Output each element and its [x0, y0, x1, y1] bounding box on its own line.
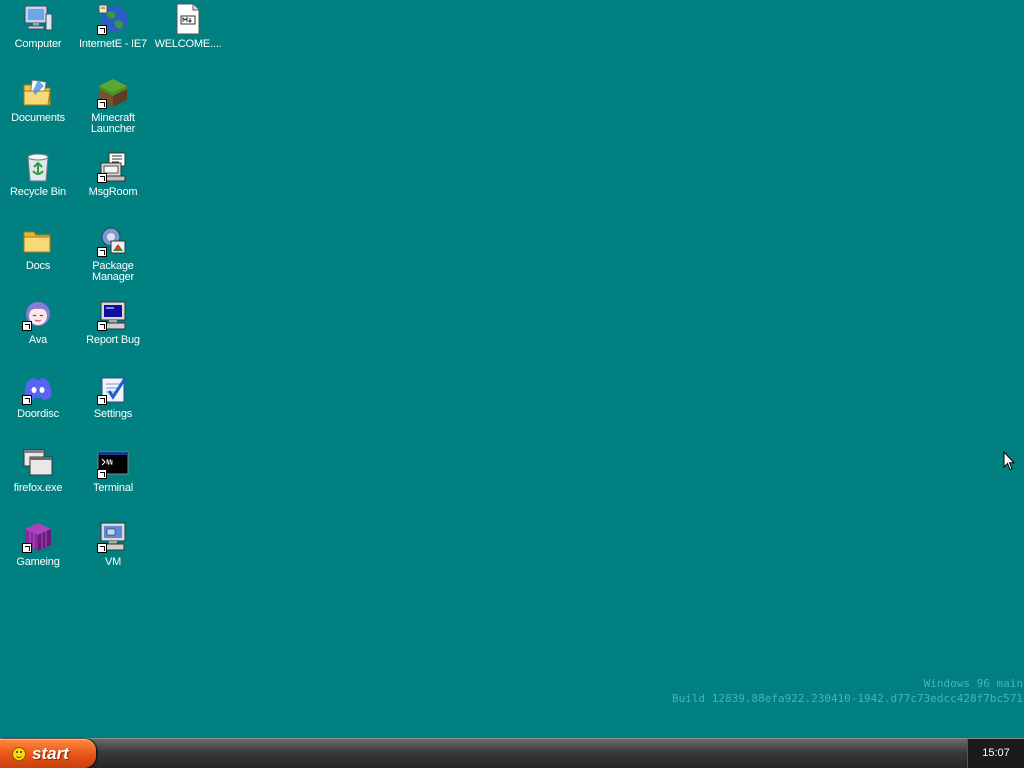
msgroom-icon [97, 151, 129, 183]
vm-icon [97, 521, 129, 553]
window-icon [22, 447, 54, 479]
minecraft-icon [97, 77, 129, 109]
desktop-icon-msgroom[interactable]: MsgRoom [76, 149, 150, 198]
settings-icon [97, 373, 129, 405]
desktop-icon-recycle-bin[interactable]: Recycle Bin [1, 149, 75, 198]
start-smiley-icon [13, 748, 25, 760]
shortcut-arrow-icon [97, 543, 107, 553]
start-label: start [32, 744, 69, 763]
taskbar: start 15:07 [0, 738, 1024, 768]
desktop-icon-welcome[interactable]: WELCOME.... [151, 1, 225, 50]
desktop-icon-package-manager[interactable]: Package Manager [76, 223, 150, 283]
desktop-icon-doordisc[interactable]: Doordisc [1, 371, 75, 420]
shortcut-arrow-icon [97, 25, 107, 35]
report-bug-icon [97, 299, 129, 331]
desktop-icon-minecraft-launcher[interactable]: Minecraft Launcher [76, 75, 150, 135]
desktop-icon-computer[interactable]: Computer [1, 1, 75, 50]
start-button[interactable]: start [0, 739, 96, 768]
shortcut-arrow-icon [22, 543, 32, 553]
system-tray-clock[interactable]: 15:07 [967, 739, 1024, 768]
desktop-icon-report-bug[interactable]: Report Bug [76, 297, 150, 346]
shortcut-arrow-icon [22, 321, 32, 331]
shortcut-arrow-icon [22, 395, 32, 405]
clock-text: 15:07 [982, 747, 1010, 759]
folder-icon [22, 225, 54, 257]
package-manager-icon [97, 225, 129, 257]
build-watermark: Windows 96 main Build 12839.88efa922.230… [672, 676, 1023, 706]
mouse-cursor-icon [1003, 450, 1016, 476]
shortcut-arrow-icon [97, 469, 107, 479]
computer-icon [22, 3, 54, 35]
shortcut-arrow-icon [97, 395, 107, 405]
shortcut-arrow-icon [97, 321, 107, 331]
watermark-os-name: Windows 96 main [923, 677, 1023, 690]
desktop-icon-documents[interactable]: Documents [1, 75, 75, 124]
discord-icon [22, 373, 54, 405]
desktop-icon-settings[interactable]: Settings [76, 371, 150, 420]
recycle-bin-icon [22, 151, 54, 183]
desktop-icon-docs[interactable]: Docs [1, 223, 75, 272]
internet-explorer-icon [97, 3, 129, 35]
desktop-icon-internete[interactable]: InternetE - IE7 [76, 1, 150, 50]
desktop[interactable]: Computer InternetE - IE7 WELCOME.... Doc… [0, 0, 1024, 738]
watermark-build: Build 12839.88efa922.230410-1942.d77c73e… [672, 692, 1023, 705]
ava-icon [22, 299, 54, 331]
shortcut-arrow-icon [97, 173, 107, 183]
terminal-icon [97, 447, 129, 479]
cube-icon [22, 521, 54, 553]
desktop-icon-terminal[interactable]: Terminal [76, 445, 150, 494]
shortcut-arrow-icon [97, 247, 107, 257]
desktop-icon-ava[interactable]: Ava [1, 297, 75, 346]
desktop-icon-firefox-exe[interactable]: firefox.exe [1, 445, 75, 494]
shortcut-arrow-icon [97, 99, 107, 109]
desktop-icon-vm[interactable]: VM [76, 519, 150, 568]
markdown-file-icon [172, 3, 204, 35]
desktop-icon-gameing[interactable]: Gameing [1, 519, 75, 568]
documents-folder-icon [22, 77, 54, 109]
